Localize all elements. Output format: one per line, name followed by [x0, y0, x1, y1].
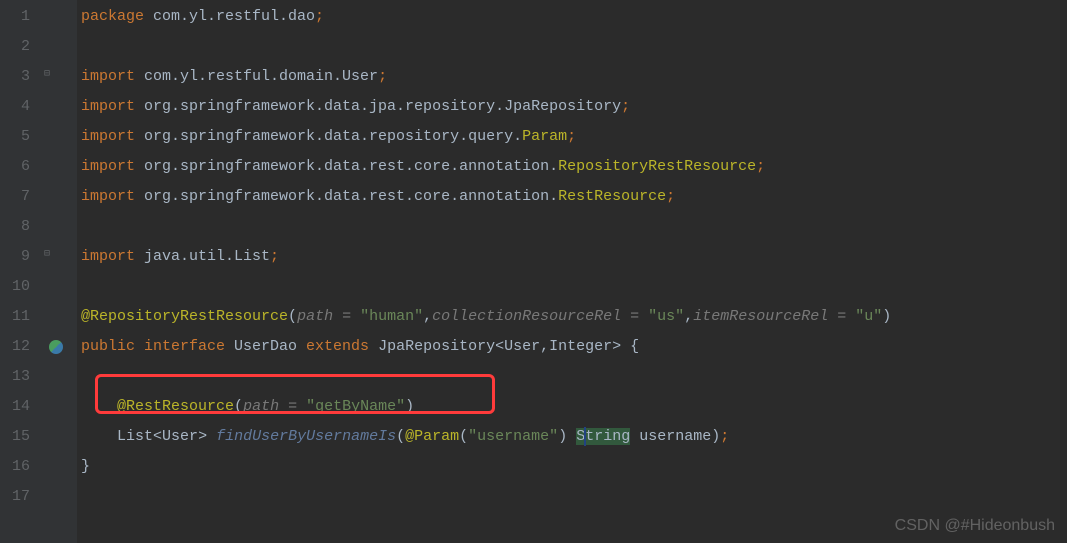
code-line[interactable] [81, 272, 1067, 302]
line-number: 8 [8, 212, 30, 242]
line-number: 7 [8, 182, 30, 212]
line-number: 5 [8, 122, 30, 152]
line-number: 9 [8, 242, 30, 272]
gutter-markers: ⊟ ⊟ [42, 0, 77, 543]
fold-marker-icon[interactable]: ⊟ [44, 68, 50, 80]
code-line[interactable]: List<User> findUserByUsernameIs(@Param("… [81, 422, 1067, 452]
code-line[interactable] [81, 32, 1067, 62]
line-number: 15 [8, 422, 30, 452]
line-number: 16 [8, 452, 30, 482]
code-line[interactable]: public interface UserDao extends JpaRepo… [81, 332, 1067, 362]
code-line[interactable] [81, 482, 1067, 512]
code-line[interactable]: import org.springframework.data.jpa.repo… [81, 92, 1067, 122]
code-line[interactable]: @RestResource(path = "getByName") [81, 392, 1067, 422]
line-number-gutter: 1 2 3 4 5 6 7 8 9 10 11 12 13 14 15 16 1… [0, 0, 42, 543]
code-line[interactable]: import com.yl.restful.domain.User; [81, 62, 1067, 92]
code-line[interactable]: @RepositoryRestResource(path = "human",c… [81, 302, 1067, 332]
watermark-text: CSDN @#Hideonbush [895, 517, 1055, 535]
class-gutter-icon[interactable] [49, 340, 63, 354]
line-number: 13 [8, 362, 30, 392]
code-line[interactable]: import org.springframework.data.reposito… [81, 122, 1067, 152]
line-number: 3 [8, 62, 30, 92]
code-line[interactable]: import org.springframework.data.rest.cor… [81, 152, 1067, 182]
line-number: 14 [8, 392, 30, 422]
selected-word: String [576, 428, 630, 445]
line-number: 12 [8, 332, 30, 362]
line-number: 2 [8, 32, 30, 62]
code-line[interactable]: import java.util.List; [81, 242, 1067, 272]
code-line[interactable]: import org.springframework.data.rest.cor… [81, 182, 1067, 212]
line-number: 10 [8, 272, 30, 302]
code-line[interactable] [81, 362, 1067, 392]
line-number: 1 [8, 2, 30, 32]
code-line[interactable] [81, 212, 1067, 242]
code-line[interactable]: } [81, 452, 1067, 482]
code-editor[interactable]: 1 2 3 4 5 6 7 8 9 10 11 12 13 14 15 16 1… [0, 0, 1067, 543]
line-number: 4 [8, 92, 30, 122]
line-number: 17 [8, 482, 30, 512]
line-number: 11 [8, 302, 30, 332]
line-number: 6 [8, 152, 30, 182]
code-line[interactable]: package com.yl.restful.dao; [81, 2, 1067, 32]
code-area[interactable]: package com.yl.restful.dao; import com.y… [77, 0, 1067, 543]
fold-marker-icon[interactable]: ⊟ [44, 248, 50, 260]
